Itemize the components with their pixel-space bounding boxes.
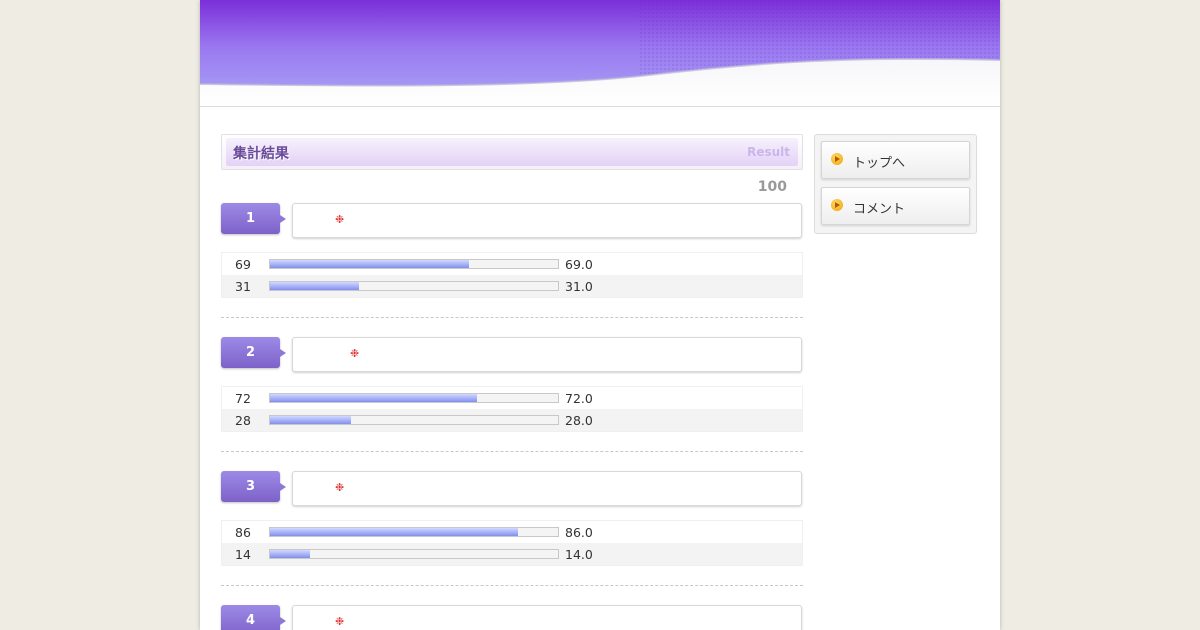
answer-bar-fill: [270, 260, 469, 268]
answer-percent: 28.0: [565, 413, 593, 428]
question-text-box: ❉: [292, 203, 802, 238]
answer-bar: [269, 527, 559, 537]
arrow-bullet-icon: [831, 199, 843, 211]
answer-list: 86 86.0 14 14.0: [221, 520, 803, 566]
answer-percent: 86.0: [565, 525, 593, 540]
question-block: 2 ❉ 72 72.0 28 28.0: [221, 337, 803, 452]
answer-bar-fill: [270, 550, 311, 558]
answer-percent: 14.0: [565, 547, 593, 562]
answer-row: 14 14.0: [222, 543, 802, 565]
question-text-box: ❉: [292, 471, 802, 506]
question-number-badge: 2: [221, 337, 286, 368]
answer-bar-fill: [270, 416, 351, 424]
answer-row: 28 28.0: [222, 409, 802, 431]
answer-bar: [269, 393, 559, 403]
results-main: 集計結果 Result 100 1 ❉ 69 69.0 31 31.0 2 ❉ 72 72.0 28…: [221, 134, 803, 630]
sidebar-item-label: コメント: [853, 202, 906, 217]
sidebar-item-comment[interactable]: コメント: [821, 187, 970, 225]
header-banner: [200, 0, 1000, 107]
answer-row: 72 72.0: [222, 387, 802, 409]
section-divider: [221, 585, 803, 586]
required-mark-icon: ❉: [335, 615, 345, 628]
sidebar-item-label: トップへ: [853, 156, 906, 171]
results-title-bar: 集計結果 Result: [221, 134, 803, 170]
answer-count: 31: [235, 279, 251, 294]
answer-bar: [269, 415, 559, 425]
page-subtitle: Result: [747, 145, 790, 159]
question-block: 1 ❉ 69 69.0 31 31.0: [221, 203, 803, 318]
answer-bar-fill: [270, 394, 478, 402]
question-number-badge: 1: [221, 203, 286, 234]
required-mark-icon: ❉: [350, 347, 360, 360]
question-block: 4 ❉: [221, 605, 803, 630]
answer-percent: 31.0: [565, 279, 593, 294]
answer-bar: [269, 549, 559, 559]
answer-list: 69 69.0 31 31.0: [221, 252, 803, 298]
arrow-bullet-icon: [831, 153, 843, 165]
answer-count: 14: [235, 547, 251, 562]
answer-percent: 72.0: [565, 391, 593, 406]
answer-bar: [269, 259, 559, 269]
answer-bar-fill: [270, 282, 360, 290]
answer-count: 28: [235, 413, 251, 428]
question-list: 1 ❉ 69 69.0 31 31.0 2 ❉ 72 72.0 28 28.0 3 ❉ 86 86.0 14 14…: [221, 203, 803, 630]
question-text-box: ❉: [292, 605, 802, 630]
answer-list: 72 72.0 28 28.0: [221, 386, 803, 432]
page-title: 集計結果: [233, 146, 289, 162]
sidebar-item-top[interactable]: トップへ: [821, 141, 970, 179]
required-mark-icon: ❉: [335, 481, 345, 494]
section-divider: [221, 451, 803, 452]
answer-bar-fill: [270, 528, 518, 536]
answer-row: 69 69.0: [222, 253, 802, 275]
answer-count: 72: [235, 391, 251, 406]
question-number-badge: 3: [221, 471, 286, 502]
answer-row: 86 86.0: [222, 521, 802, 543]
question-block: 3 ❉ 86 86.0 14 14.0: [221, 471, 803, 586]
section-divider: [221, 317, 803, 318]
page-content: 集計結果 Result 100 1 ❉ 69 69.0 31 31.0 2 ❉ 72 72.0 28…: [200, 0, 1000, 630]
answer-bar: [269, 281, 559, 291]
sidebar-menu: トップへ コメント: [814, 134, 977, 234]
answer-row: 31 31.0: [222, 275, 802, 297]
question-number-badge: 4: [221, 605, 286, 630]
answer-count: 69: [235, 257, 251, 272]
question-text-box: ❉: [292, 337, 802, 372]
answer-percent: 69.0: [565, 257, 593, 272]
total-responses: 100: [757, 179, 787, 195]
required-mark-icon: ❉: [335, 213, 345, 226]
answer-count: 86: [235, 525, 251, 540]
